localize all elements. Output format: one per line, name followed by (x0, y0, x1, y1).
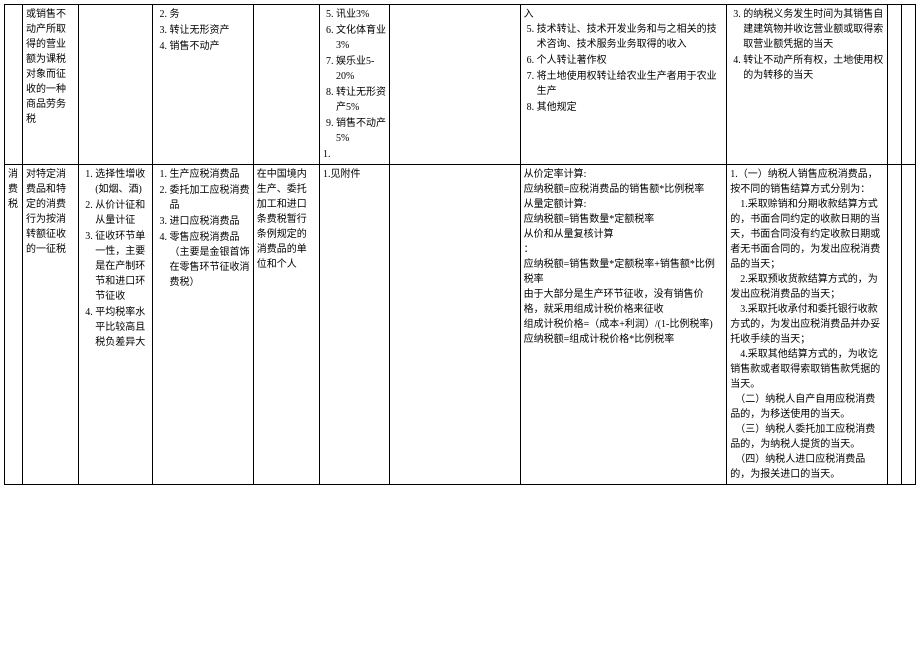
cell-r1-c6 (390, 5, 520, 165)
cell-r2-c1: 对特定消费品和特定的消费行为按消转额征收的一征税 (23, 165, 79, 485)
cell-r2-c5: 1.见附件 (319, 165, 389, 485)
cell-r1-c2 (79, 5, 153, 165)
cell-r2-c10 (901, 165, 915, 485)
cell-r1-c3: 务转让无形资产销售不动产 (153, 5, 253, 165)
cell-r1-c9 (887, 5, 901, 165)
tax-table: 或销售不动产所取得的营业额为课税对象而征收的一种商品劳务税 务转让无形资产销售不… (4, 4, 916, 485)
cell-r2-c4: 在中国境内生产、委托加工和进口条费税暂行条例规定的消费品的单位和个人 (253, 165, 319, 485)
cell-r2-c9 (887, 165, 901, 485)
cell-r1-c10 (901, 5, 915, 165)
cell-r1-c8: 的纳税义务发生时间为其销售自建建筑物并收讫营业额或取得索取营业额凭据的当天转让不… (727, 5, 888, 165)
cell-r1-c4 (253, 5, 319, 165)
table-row: 或销售不动产所取得的营业额为课税对象而征收的一种商品劳务税 务转让无形资产销售不… (5, 5, 916, 165)
cell-r2-c2: 选择性增收(如烟、酒)从价计征和从量计征征收环节单一性，主要是在产制环节和进口环… (79, 165, 153, 485)
cell-r2-c6 (390, 165, 520, 485)
cell-r2-c8: 1.（一）纳税人销售应税消费品，按不同的销售结算方式分别为： 1.采取赊销和分期… (727, 165, 888, 485)
cell-r1-c1: 或销售不动产所取得的营业额为课税对象而征收的一种商品劳务税 (23, 5, 79, 165)
cell-r2-c0: 消费税 (5, 165, 23, 485)
cell-r2-c7: 从价定率计算: 应纳税额=应税消费品的销售额*比例税率 从量定额计算: 应纳税额… (520, 165, 727, 485)
cell-r1-c7: 入技术转让、技术开发业务和与之相关的技术咨询、技术服务业务取得的收入个人转让著作… (520, 5, 727, 165)
cell-r2-c3: 生产应税消费品委托加工应税消费品进口应税消费品零售应税消费品（主要是金银首饰在零… (153, 165, 253, 485)
cell-r1-c0 (5, 5, 23, 165)
table-row: 消费税 对特定消费品和特定的消费行为按消转额征收的一征税 选择性增收(如烟、酒)… (5, 165, 916, 485)
cell-r1-c5: 讯业3%文化体育业3%娱乐业5-20%转让无形资产5%销售不动产5%1. (319, 5, 389, 165)
